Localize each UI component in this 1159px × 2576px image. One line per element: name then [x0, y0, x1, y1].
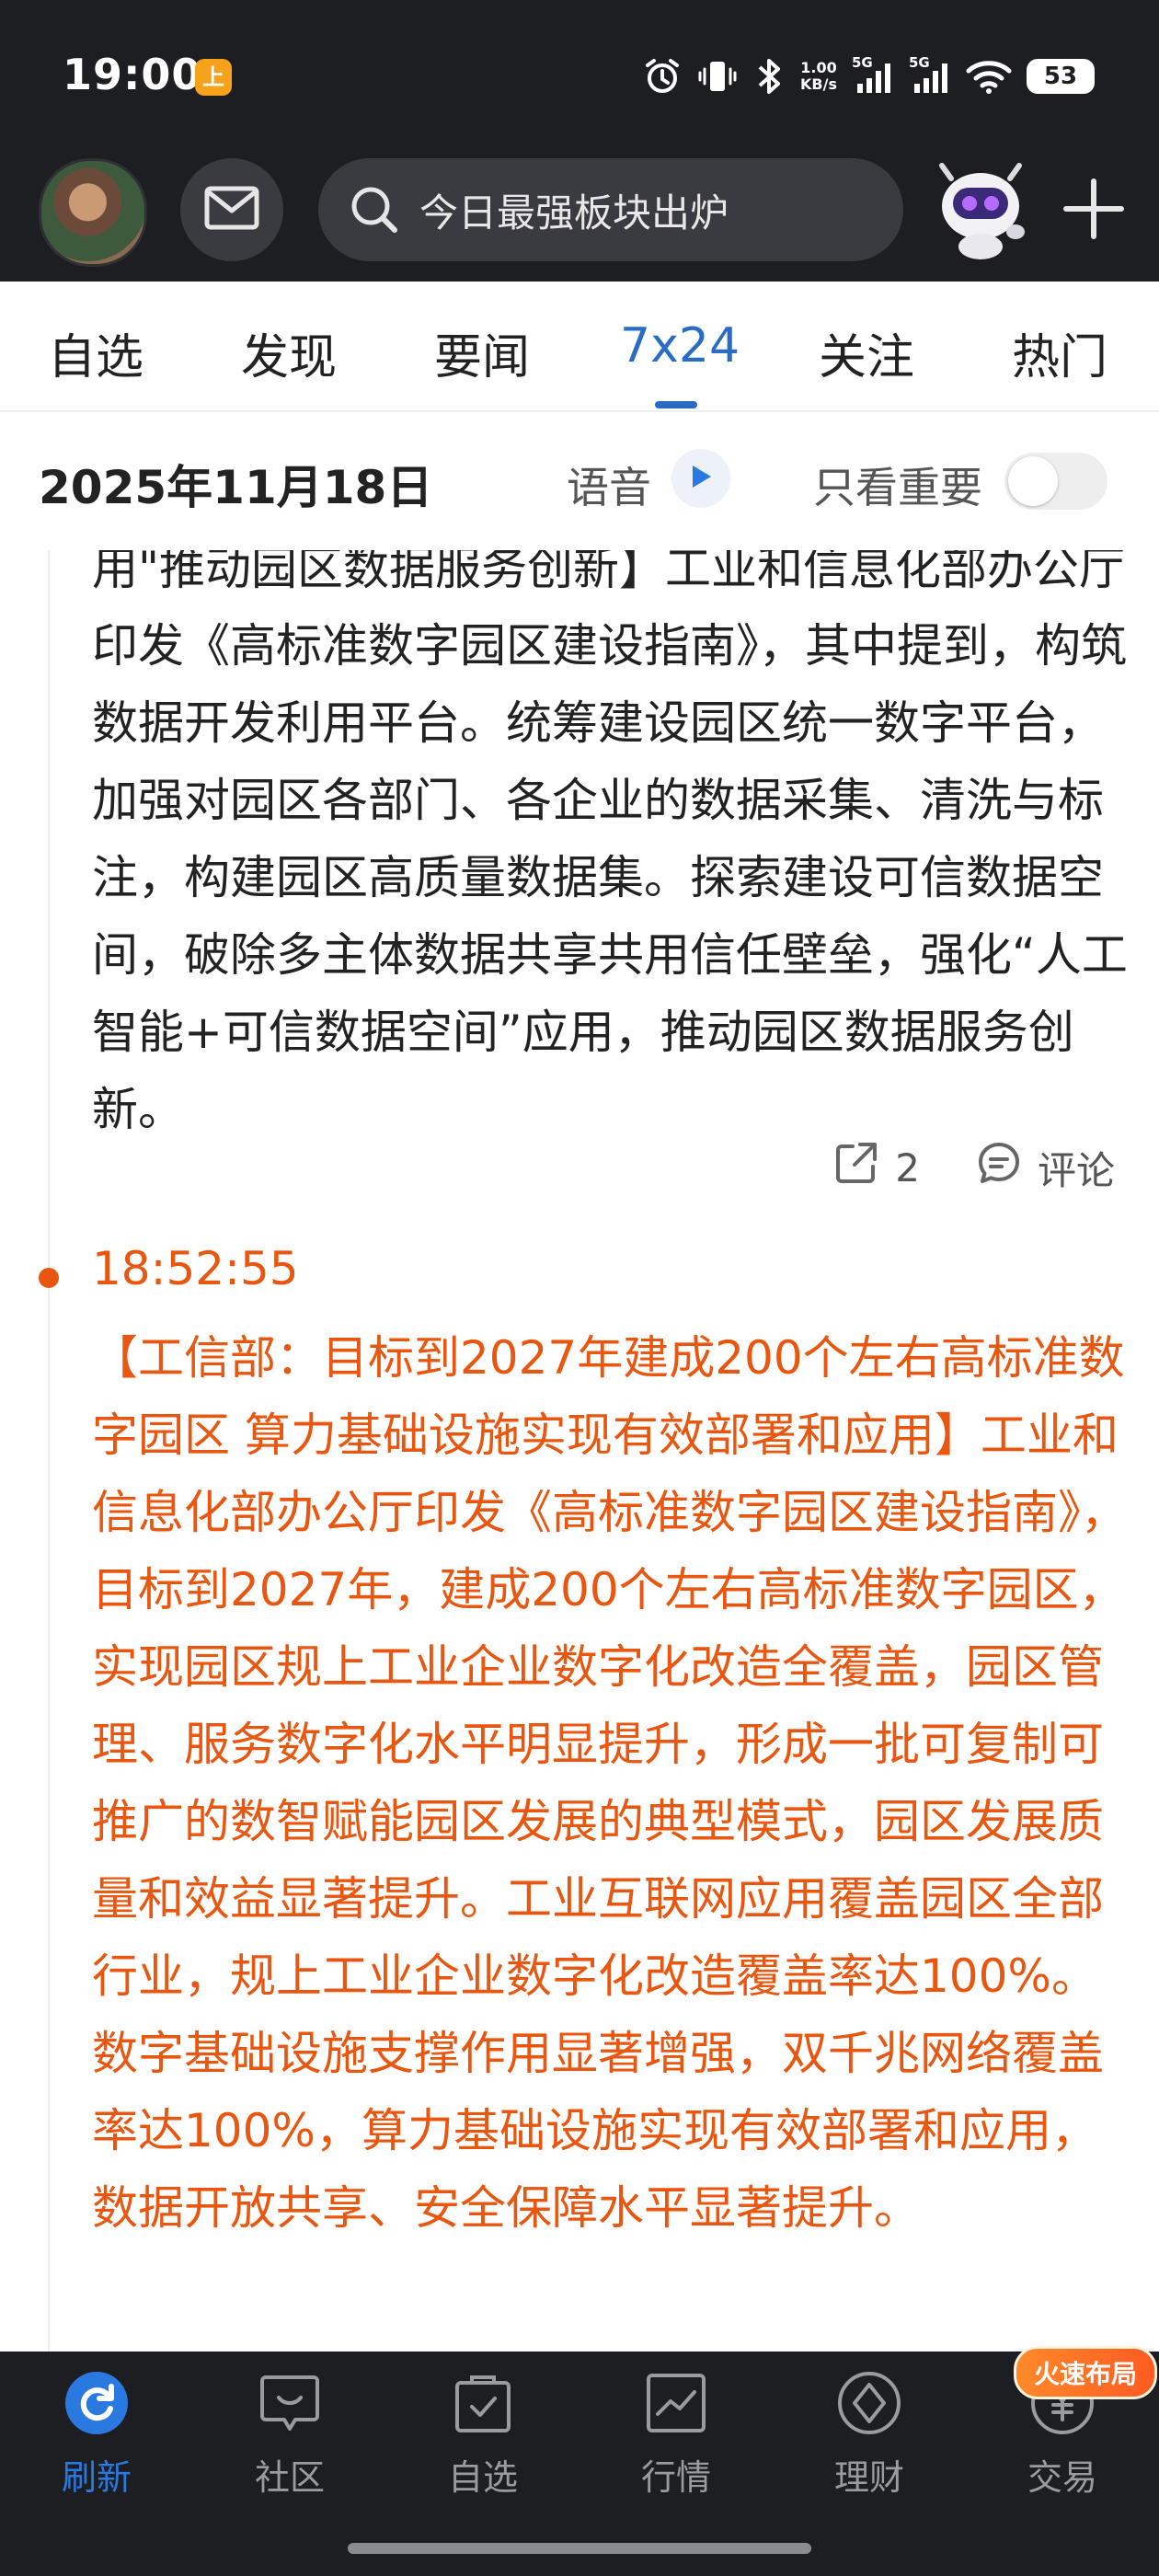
- app-notification-icon: 上: [195, 59, 232, 96]
- tab-discover[interactable]: 发现: [241, 318, 337, 387]
- network-speed-value: 1.00: [800, 59, 837, 76]
- only-important-toggle[interactable]: [1004, 453, 1107, 510]
- nav-refresh[interactable]: 刷新: [0, 2370, 193, 2500]
- tab-headlines[interactable]: 要闻: [434, 318, 530, 387]
- status-time: 19:00: [63, 50, 202, 99]
- comment-label: 评论: [1037, 1147, 1115, 1193]
- nav-label: 理财: [833, 2457, 904, 2498]
- nav-market[interactable]: 行情: [580, 2370, 773, 2500]
- search-icon: [342, 178, 407, 242]
- nav-label: 自选: [447, 2457, 518, 2498]
- tab-following[interactable]: 关注: [819, 318, 914, 387]
- comment-button[interactable]: 评论: [975, 1139, 1115, 1196]
- bluetooth-icon: [752, 56, 786, 97]
- signal-label: 5G: [909, 54, 930, 71]
- nav-label: 交易: [1027, 2457, 1097, 2498]
- network-speed: 1.00 KB/s: [800, 60, 837, 93]
- add-button[interactable]: [1052, 169, 1135, 252]
- refresh-icon: [63, 2370, 130, 2436]
- message-button[interactable]: [180, 158, 283, 261]
- comment-icon: [975, 1139, 1023, 1196]
- vibrate-icon: [697, 56, 738, 97]
- play-icon: [689, 464, 713, 493]
- nav-wealth[interactable]: 理财: [773, 2370, 966, 2500]
- tab-hot[interactable]: 热门: [1012, 318, 1107, 387]
- signal-5g-1: 5G: [852, 54, 894, 95]
- nav-community[interactable]: 社区: [193, 2370, 386, 2500]
- only-important-label: 只看重要: [813, 463, 982, 512]
- diamond-icon: [836, 2370, 902, 2436]
- top-header: 今日最强板块出炉: [0, 147, 1159, 282]
- home-indicator[interactable]: [348, 2543, 811, 2554]
- share-icon: [832, 1139, 880, 1196]
- active-tab-indicator: [655, 401, 697, 408]
- nav-label: 刷新: [61, 2457, 132, 2498]
- battery-indicator: 53: [1027, 59, 1095, 94]
- chat-icon: [257, 2370, 323, 2436]
- feed-date: 2025年11月18日: [39, 461, 433, 514]
- news-item-time: 18:52:55: [92, 1242, 299, 1295]
- ai-assistant-robot-icon[interactable]: [924, 151, 1038, 265]
- tab-7x24[interactable]: 7x24: [620, 318, 740, 374]
- search-bar[interactable]: 今日最强板块出炉: [318, 158, 903, 261]
- nav-label: 社区: [254, 2457, 325, 2498]
- news-feed: 用"推动园区数据服务创新】工业和信息化部办公厅印发《高标准数字园区建设指南》，其…: [0, 550, 1159, 2352]
- plus-icon: [1061, 177, 1126, 245]
- signal-label: 5G: [852, 54, 873, 71]
- status-icons: 1.00 KB/s 5G 5G 53: [642, 53, 1095, 99]
- toggle-knob: [1008, 456, 1058, 506]
- user-avatar[interactable]: [39, 158, 147, 267]
- signal-5g-2: 5G: [909, 54, 951, 95]
- timeline-line: [48, 550, 50, 2352]
- promo-badge[interactable]: 火速布局: [1014, 2346, 1157, 2399]
- wifi-icon: [966, 58, 1012, 95]
- date-bar: 2025年11月18日 语音 只看重要: [0, 412, 1159, 550]
- news-item-actions: 2 评论: [832, 1139, 1115, 1196]
- nav-watchlist[interactable]: 自选: [386, 2370, 580, 2500]
- status-bar: 19:00 上 1.00 KB/s 5G 5G 53: [0, 0, 1159, 147]
- share-count: 2: [895, 1144, 920, 1190]
- news-item-text-important[interactable]: 【工信部：目标到2027年建成200个左右高标准数字园区 算力基础设施实现有效部…: [92, 1319, 1131, 2247]
- chart-icon: [643, 2370, 709, 2436]
- news-item-text[interactable]: 用"推动园区数据服务创新】工业和信息化部办公厅印发《高标准数字园区建设指南》，其…: [92, 550, 1131, 1148]
- nav-label: 行情: [640, 2457, 711, 2498]
- mail-icon: [204, 186, 259, 234]
- tab-watchlist[interactable]: 自选: [48, 318, 143, 387]
- news-tabs: 自选 发现 要闻 7x24 关注 热门: [0, 282, 1159, 412]
- bag-check-icon: [450, 2370, 516, 2436]
- alarm-icon: [642, 56, 683, 97]
- voice-play-button[interactable]: [671, 449, 730, 508]
- voice-label: 语音: [567, 463, 651, 512]
- network-speed-unit: KB/s: [800, 75, 837, 93]
- timeline-dot: [39, 1268, 59, 1288]
- share-button[interactable]: 2: [832, 1139, 920, 1196]
- search-placeholder: 今日最强板块出炉: [419, 190, 729, 236]
